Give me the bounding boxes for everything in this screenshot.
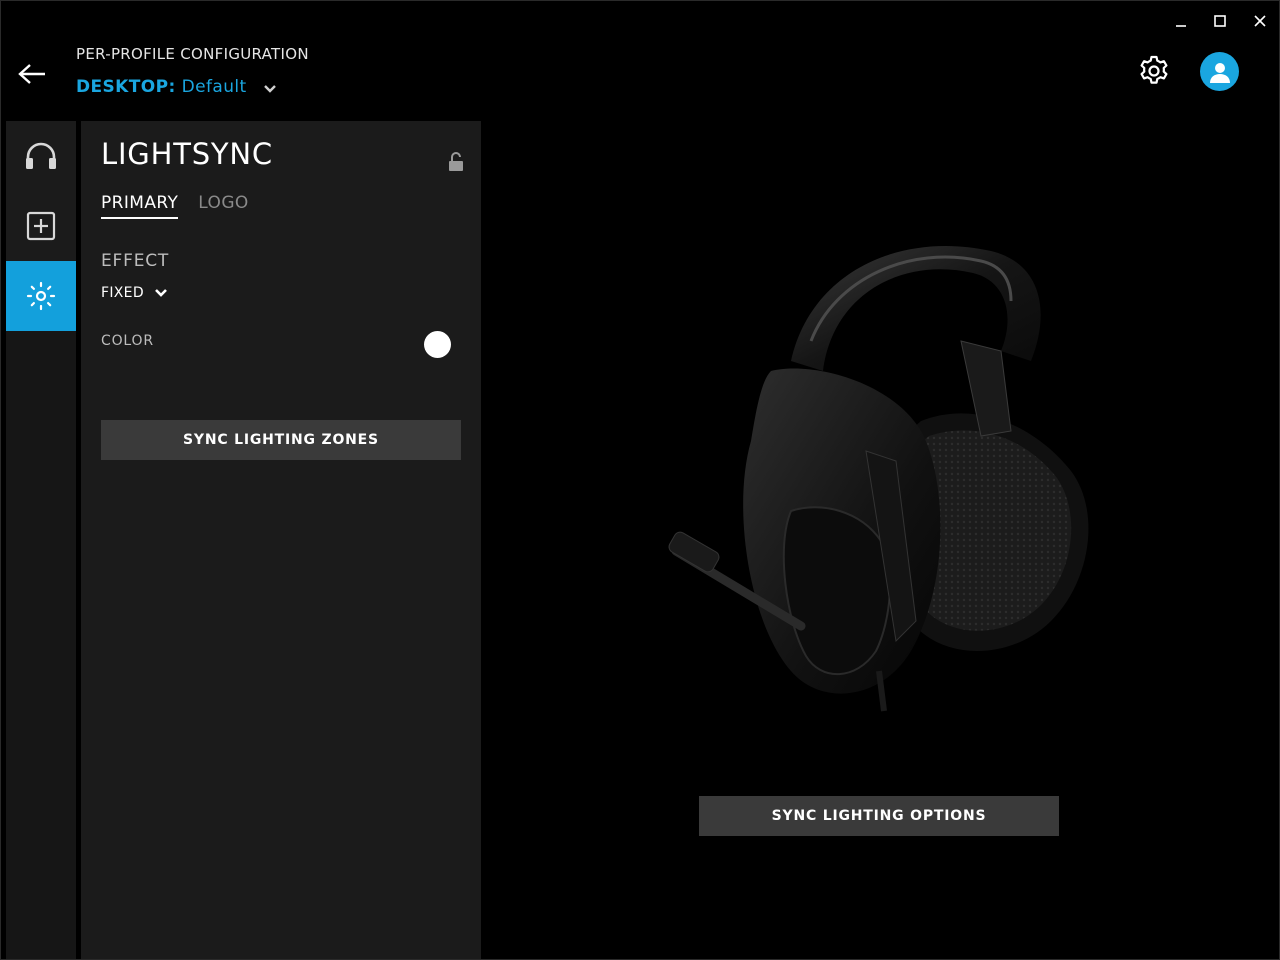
settings-button[interactable]	[1135, 52, 1173, 90]
maximize-button[interactable]	[1202, 9, 1238, 33]
minimize-icon	[1176, 25, 1186, 27]
close-icon	[1254, 15, 1266, 27]
color-swatch[interactable]	[424, 331, 451, 358]
app-window: PER-PROFILE CONFIGURATION DESKTOP: Defau…	[0, 0, 1280, 960]
chevron-down-icon	[263, 85, 276, 93]
rail-item-add[interactable]	[6, 191, 76, 261]
back-button[interactable]	[13, 57, 51, 91]
color-label: COLOR	[101, 333, 154, 349]
profile-prefix: DESKTOP:	[76, 77, 176, 97]
rail-item-headset[interactable]	[6, 121, 76, 191]
chevron-down-icon	[154, 289, 167, 297]
panel-title: LIGHTSYNC	[101, 137, 273, 171]
sun-icon	[26, 281, 56, 311]
maximize-icon	[1214, 15, 1226, 27]
sync-lighting-zones-button[interactable]: SYNC LIGHTING ZONES	[101, 420, 461, 460]
close-button[interactable]	[1242, 9, 1278, 33]
device-nav-rail	[6, 121, 76, 959]
minimize-button[interactable]	[1163, 9, 1199, 33]
sync-lighting-options-button[interactable]: SYNC LIGHTING OPTIONS	[699, 796, 1059, 836]
lightsync-panel: LIGHTSYNC PRIMARY LOGO EFFECT FIXED COLO…	[81, 121, 481, 959]
rail-item-lighting[interactable]	[6, 261, 76, 331]
user-icon	[1209, 62, 1230, 83]
headset-image	[668, 245, 1089, 712]
tab-primary[interactable]: PRIMARY	[101, 193, 179, 219]
effect-dropdown[interactable]: FIXED	[101, 285, 168, 301]
unlock-icon	[449, 152, 463, 171]
zone-tabs: PRIMARY LOGO	[101, 193, 249, 219]
arrow-left-icon	[18, 64, 45, 84]
lock-button[interactable]	[445, 151, 467, 173]
profile-name: Default	[181, 77, 247, 97]
headphones-icon	[26, 142, 56, 169]
effect-value: FIXED	[101, 285, 144, 301]
profile-selector[interactable]: DESKTOP: Default	[76, 77, 277, 97]
tab-logo[interactable]: LOGO	[198, 193, 248, 219]
effect-label: EFFECT	[101, 251, 170, 271]
plus-square-icon	[26, 211, 56, 241]
page-title: PER-PROFILE CONFIGURATION	[76, 45, 309, 63]
gear-icon	[1140, 55, 1168, 84]
account-button[interactable]	[1200, 52, 1239, 91]
